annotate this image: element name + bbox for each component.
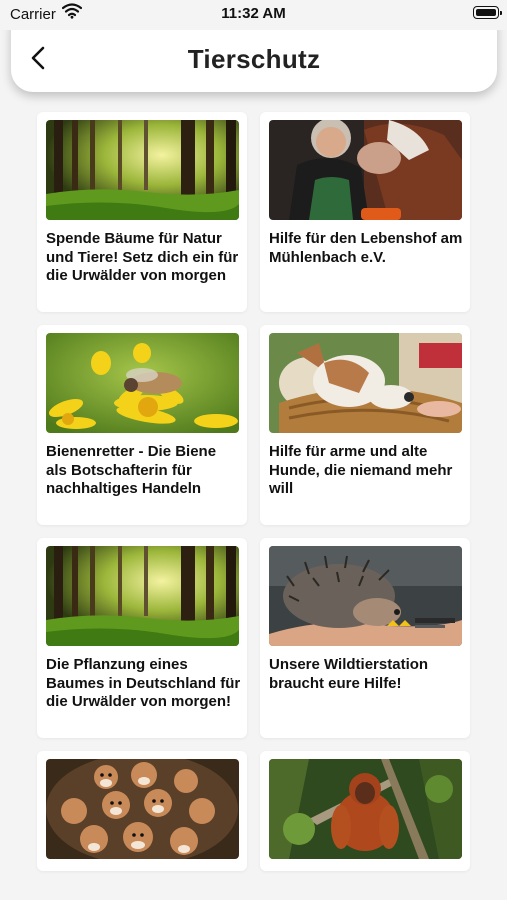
- project-image-hamsters: [46, 759, 239, 859]
- project-title: Die Pflanzung eines Baumes in Deutschlan…: [46, 656, 241, 710]
- project-card[interactable]: Unsere Wildtierstation braucht eure Hilf…: [260, 538, 470, 738]
- project-image-dog: [269, 333, 462, 433]
- project-title: Unsere Wildtierstation braucht eure Hilf…: [269, 656, 429, 692]
- project-title: Bienenretter - Die Biene als Botschafter…: [46, 443, 217, 497]
- clock: 11:32 AM: [221, 5, 286, 22]
- project-image-forest: [46, 546, 239, 646]
- battery-icon: [473, 6, 502, 19]
- project-image-bee: [46, 333, 239, 433]
- page-title: Tierschutz: [187, 44, 321, 74]
- project-card[interactable]: [260, 751, 470, 871]
- project-image-lebenshof: [269, 120, 462, 220]
- status-bar: Carrier 11:32 AM: [0, 0, 507, 30]
- project-image-forest: [46, 120, 239, 220]
- project-card[interactable]: Hilfe für den Lebenshof am Mühlenbach e.…: [260, 112, 470, 312]
- project-card[interactable]: Spende Bäume für Natur und Tiere! Setz d…: [37, 112, 247, 312]
- project-image-hedgehog: [269, 546, 462, 646]
- navigation-bar: Tierschutz: [11, 20, 497, 92]
- project-card[interactable]: Die Pflanzung eines Baumes in Deutschlan…: [37, 538, 247, 738]
- project-card[interactable]: Hilfe für arme und alte Hunde, die niema…: [260, 325, 470, 525]
- project-grid: Spende Bäume für Natur und Tiere! Setz d…: [0, 0, 507, 900]
- project-title: Hilfe für arme und alte Hunde, die niema…: [269, 443, 453, 497]
- project-card[interactable]: [37, 751, 247, 871]
- project-card[interactable]: Bienenretter - Die Biene als Botschafter…: [37, 325, 247, 525]
- project-title: Hilfe für den Lebenshof am Mühlenbach e.…: [269, 230, 463, 266]
- project-image-orangutan: [269, 759, 462, 859]
- project-title: Spende Bäume für Natur und Tiere! Setz d…: [46, 230, 239, 284]
